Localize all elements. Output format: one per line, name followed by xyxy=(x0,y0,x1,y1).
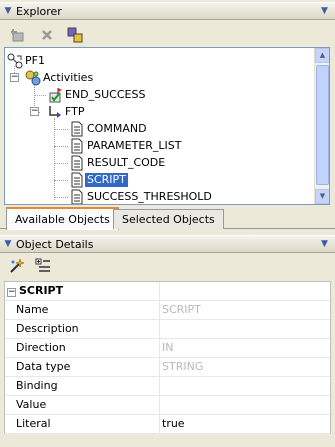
tree-connector xyxy=(54,180,68,181)
end-success-icon xyxy=(47,87,63,103)
collapse-toggle[interactable]: − xyxy=(7,288,16,297)
property-name: Binding xyxy=(5,377,160,395)
property-row-data-type[interactable]: Data type STRING xyxy=(5,358,330,377)
tree-item-success-threshold[interactable]: SUCCESS_THRESHOLD xyxy=(69,188,214,204)
add-node-icon[interactable] xyxy=(10,26,28,44)
explorer-toolbar xyxy=(0,21,335,49)
category-row[interactable]: − SCRIPT xyxy=(5,282,330,301)
collapse-panel-icon[interactable]: ▼ xyxy=(0,239,16,249)
tree-item-script[interactable]: SCRIPT xyxy=(69,171,128,188)
property-row-name[interactable]: Name SCRIPT xyxy=(5,301,330,320)
tree-connector xyxy=(54,118,55,200)
property-name: Value xyxy=(5,396,160,414)
tree-item-label: PF1 xyxy=(25,53,45,67)
property-row-value[interactable]: Value xyxy=(5,396,330,415)
property-row-literal[interactable]: Literal true xyxy=(5,415,330,434)
scroll-up-icon[interactable]: ▲ xyxy=(315,48,329,63)
tab-label: Selected Objects xyxy=(122,213,215,226)
tree-item-command[interactable]: COMMAND xyxy=(69,120,149,137)
tab-selected-objects[interactable]: Selected Objects xyxy=(113,209,224,229)
property-value[interactable]: true xyxy=(160,415,330,433)
property-row-description[interactable]: Description xyxy=(5,320,330,339)
collapse-toggle[interactable]: − xyxy=(30,107,39,116)
property-row-binding[interactable]: Binding xyxy=(5,377,330,396)
tree-item-result-code[interactable]: RESULT_CODE xyxy=(69,154,167,171)
property-name: Data type xyxy=(5,358,160,376)
property-value[interactable] xyxy=(160,377,330,395)
ftp-activity-icon xyxy=(47,104,63,120)
parameter-icon xyxy=(69,138,85,154)
collapse-panel-icon[interactable]: ▼ xyxy=(0,6,16,16)
property-value[interactable] xyxy=(160,396,330,414)
parameter-icon xyxy=(69,155,85,171)
scroll-down-icon[interactable]: ▼ xyxy=(315,189,329,204)
category-value xyxy=(160,282,330,300)
property-value[interactable] xyxy=(160,320,330,338)
tree-connector xyxy=(54,163,68,164)
scroll-thumb[interactable] xyxy=(316,65,329,185)
explorer-tree[interactable]: PF1 − Activities END_SUCCESS − FTP COMMA… xyxy=(4,47,330,205)
parameter-icon xyxy=(69,189,85,204)
activities-icon xyxy=(25,70,41,86)
property-name: Literal xyxy=(5,415,160,433)
tab-available-objects[interactable]: Available Objects xyxy=(6,207,119,230)
property-row-direction[interactable]: Direction IN xyxy=(5,339,330,358)
property-name: Name xyxy=(5,301,160,319)
tree-item-activities[interactable]: Activities xyxy=(25,69,95,86)
property-value: STRING xyxy=(162,360,204,373)
tree-item-label: RESULT_CODE xyxy=(87,155,166,169)
tree-item-ftp[interactable]: FTP xyxy=(47,103,87,120)
category-name: − SCRIPT xyxy=(5,282,160,300)
tree-connector xyxy=(54,129,68,130)
categorize-icon[interactable] xyxy=(34,257,52,275)
parameter-icon xyxy=(69,121,85,137)
property-grid: − SCRIPT Name SCRIPT Description Directio… xyxy=(4,281,331,434)
explorer-header: ▼ Explorer ▼ xyxy=(0,2,335,20)
properties-icon[interactable] xyxy=(66,26,84,44)
tree-item-label: SUCCESS_THRESHOLD xyxy=(87,189,212,203)
details-toolbar xyxy=(0,253,335,279)
tree-item-pf1[interactable]: PF1 xyxy=(7,52,47,69)
property-name: Description xyxy=(5,320,160,338)
tree-item-label: END_SUCCESS xyxy=(65,87,146,101)
property-name: Direction xyxy=(5,339,160,357)
tree-item-label: PARAMETER_LIST xyxy=(87,138,182,152)
parameter-icon xyxy=(69,172,85,188)
panel-menu-icon[interactable]: ▼ xyxy=(321,239,335,249)
property-value: SCRIPT xyxy=(162,303,201,316)
explorer-title: Explorer xyxy=(16,4,62,18)
object-details-title: Object Details xyxy=(16,237,94,251)
tree-item-parameter-list[interactable]: PARAMETER_LIST xyxy=(69,137,184,154)
process-flow-icon xyxy=(7,53,23,69)
tree-connector xyxy=(54,197,68,198)
object-details-header: ▼ Object Details ▼ xyxy=(0,235,335,253)
panel-menu-icon[interactable]: ▼ xyxy=(321,6,335,16)
tree-item-end-success[interactable]: END_SUCCESS xyxy=(47,86,147,103)
tree-scrollbar[interactable]: ▲ ▼ xyxy=(314,48,329,204)
category-label: SCRIPT xyxy=(19,284,64,297)
tree-item-label: FTP xyxy=(65,104,85,118)
tree-connector xyxy=(54,146,68,147)
tree-item-label: SCRIPT xyxy=(85,172,128,187)
tree-connector xyxy=(34,95,46,96)
tree-item-label: Activities xyxy=(43,70,94,84)
explorer-tabs: Available Objects Selected Objects xyxy=(0,207,335,230)
collapse-toggle[interactable]: − xyxy=(10,73,19,82)
property-value: IN xyxy=(162,341,174,354)
tree-item-label: COMMAND xyxy=(87,121,147,135)
wand-icon[interactable] xyxy=(8,257,26,275)
delete-icon[interactable] xyxy=(38,26,56,44)
tab-label: Available Objects xyxy=(15,213,110,226)
